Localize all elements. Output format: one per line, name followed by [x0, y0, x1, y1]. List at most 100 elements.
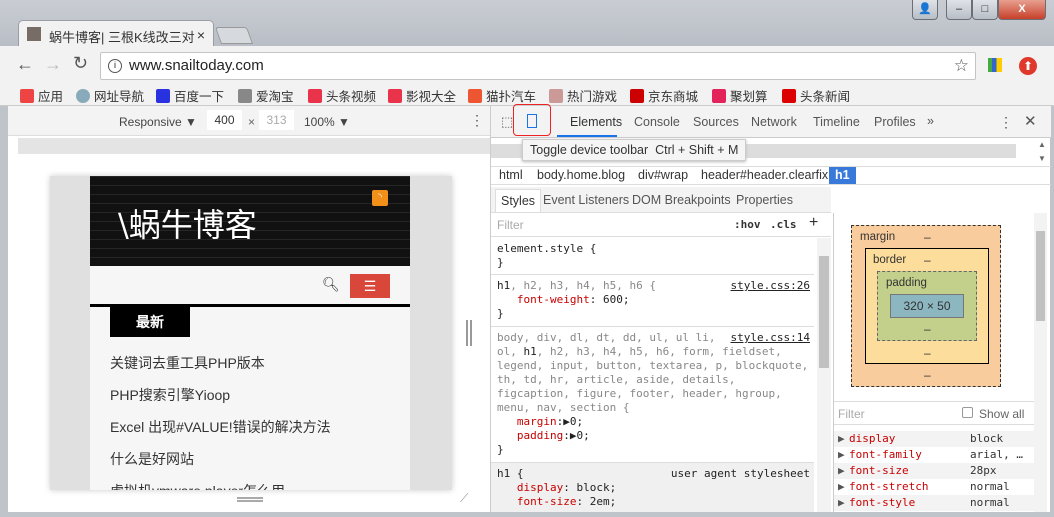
- computed-filter-input[interactable]: Filter: [838, 407, 865, 421]
- bookmark-item[interactable]: 头条视频: [308, 86, 376, 105]
- profile-button[interactable]: 👤: [912, 0, 938, 20]
- resize-handle-right[interactable]: [466, 320, 472, 346]
- source-link[interactable]: style.css:26: [731, 279, 810, 293]
- globe-icon: [76, 88, 90, 103]
- tab-network[interactable]: Network: [751, 115, 797, 129]
- menu-button[interactable]: ☰: [350, 274, 390, 298]
- article-link[interactable]: PHP搜索引擎Yioop: [110, 385, 230, 405]
- minimize-button[interactable]: –: [946, 0, 972, 20]
- bookmark-item[interactable]: 影视大全: [388, 86, 456, 105]
- extension-chart-icon[interactable]: [988, 58, 1002, 72]
- box-model-margin[interactable]: margin – – border – – padding 320 × 50 –: [851, 225, 1001, 387]
- reload-icon[interactable]: ↻: [73, 53, 88, 74]
- new-rule-button[interactable]: +: [809, 214, 818, 232]
- new-tab-button[interactable]: [214, 27, 254, 44]
- property-value[interactable]: ▶0;: [563, 415, 583, 428]
- title-bar: 👤 – □ X 蜗牛博客| 三根K线改三对 ×: [0, 0, 1054, 47]
- styles-subtab[interactable]: Event Listeners: [543, 193, 629, 207]
- back-icon[interactable]: ←: [16, 54, 34, 75]
- resize-handle-bottom[interactable]: [237, 497, 263, 502]
- expand-triangle-icon[interactable]: ▶: [838, 447, 845, 463]
- article-link[interactable]: Excel 出现#VALUE!错误的解决方法: [110, 417, 331, 437]
- device-toolbar-icon[interactable]: [527, 114, 537, 128]
- computed-property-row[interactable]: ▶ font-family arial, …: [834, 447, 1034, 463]
- breadcrumb-item[interactable]: html: [499, 168, 523, 182]
- bookmark-star-icon[interactable]: ☆: [954, 53, 969, 79]
- breadcrumb-item[interactable]: header#header.clearfix: [701, 168, 828, 182]
- expand-triangle-icon[interactable]: ▶: [838, 431, 845, 447]
- extension-upload-icon[interactable]: ⬆: [1019, 57, 1037, 75]
- width-input[interactable]: 400: [207, 110, 242, 130]
- styles-subtab[interactable]: Properties: [736, 193, 793, 207]
- elements-scrollbar[interactable]: ▲ ▼: [1035, 138, 1049, 166]
- breadcrumb-item[interactable]: body.home.blog: [537, 168, 625, 182]
- article-link[interactable]: 什么是好网站: [110, 449, 194, 469]
- source-link[interactable]: style.css:14: [731, 331, 810, 345]
- inspect-element-icon[interactable]: ⬚: [501, 114, 513, 130]
- media-query-bar[interactable]: [18, 138, 490, 154]
- device-mode-select[interactable]: Responsive ▼: [119, 115, 197, 129]
- article-link[interactable]: 虚拟机vmware player怎么用: [110, 481, 285, 490]
- box-model-border[interactable]: border – – padding 320 × 50 –: [865, 248, 989, 364]
- expand-triangle-icon[interactable]: ▶: [838, 479, 845, 495]
- hov-button[interactable]: :hov: [734, 218, 761, 232]
- tab-console[interactable]: Console: [634, 115, 680, 129]
- forward-icon[interactable]: →: [44, 54, 62, 75]
- bookmark-item[interactable]: 百度一下: [156, 86, 224, 105]
- bookmark-item[interactable]: 热门游戏: [549, 86, 617, 105]
- property-value[interactable]: ▶0;: [570, 429, 590, 442]
- close-tab-icon[interactable]: ×: [197, 27, 205, 43]
- bookmark-item[interactable]: 爱淘宝: [238, 86, 294, 105]
- tab-timeline[interactable]: Timeline: [813, 115, 860, 129]
- property-name: display: [516, 481, 564, 494]
- more-tabs-icon[interactable]: »: [927, 114, 934, 128]
- height-input[interactable]: 313: [259, 110, 294, 130]
- maximize-button[interactable]: □: [972, 0, 998, 20]
- property-name[interactable]: font-weight: [517, 293, 590, 306]
- tab-profiles[interactable]: Profiles: [874, 115, 916, 129]
- breadcrumb-item[interactable]: div#wrap: [638, 168, 688, 182]
- expand-triangle-icon[interactable]: ▶: [838, 463, 845, 479]
- bookmark-item[interactable]: 头条新闻: [782, 86, 850, 105]
- box-model-content[interactable]: 320 × 50: [890, 294, 964, 318]
- bookmark-item[interactable]: 聚划算: [712, 86, 768, 105]
- devtools-menu-icon[interactable]: ⋮: [999, 114, 1013, 131]
- tab-sources[interactable]: Sources: [693, 115, 739, 129]
- computed-property-row[interactable]: ▶ display block: [834, 431, 1034, 447]
- computed-property-row[interactable]: ▶ font-stretch normal: [834, 479, 1034, 495]
- address-bar[interactable]: i www.snailtoday.com ☆: [100, 52, 976, 80]
- bookmark-item[interactable]: 猫扑汽车: [468, 86, 536, 105]
- computed-scrollbar[interactable]: [1034, 213, 1047, 512]
- bookmark-item[interactable]: 应用: [20, 86, 63, 105]
- more-options-icon[interactable]: ⋮: [470, 112, 484, 129]
- computed-property-row[interactable]: ▶ font-style normal: [834, 495, 1034, 511]
- box-model-padding[interactable]: padding 320 × 50 –: [877, 271, 977, 341]
- cls-button[interactable]: .cls: [770, 218, 797, 232]
- property-name[interactable]: padding: [517, 429, 563, 442]
- computed-property-row[interactable]: ▶ font-size 28px: [834, 463, 1034, 479]
- browser-tab[interactable]: 蜗牛博客| 三根K线改三对 ×: [18, 20, 214, 47]
- computed-property-value: normal: [970, 496, 1010, 509]
- show-all-checkbox[interactable]: [962, 407, 973, 418]
- search-icon[interactable]: 🔍︎: [322, 276, 340, 293]
- bookmark-item[interactable]: 京东商城: [630, 86, 698, 105]
- property-value[interactable]: 600;: [603, 293, 630, 306]
- expand-triangle-icon[interactable]: ▶: [838, 495, 845, 511]
- styles-subtab[interactable]: DOM Breakpoints: [632, 193, 731, 207]
- styles-scrollbar[interactable]: [817, 238, 831, 512]
- property-name[interactable]: margin: [517, 415, 557, 428]
- info-icon[interactable]: i: [108, 59, 122, 73]
- close-window-button[interactable]: X: [998, 0, 1046, 20]
- styles-filter-input[interactable]: Filter: [497, 218, 524, 232]
- bookmark-item[interactable]: 网址导航: [76, 86, 144, 105]
- site-logo[interactable]: \蜗牛博客: [118, 200, 257, 246]
- breadcrumb-item[interactable]: h1: [829, 167, 856, 184]
- close-devtools-icon[interactable]: ✕: [1024, 112, 1037, 130]
- styles-subtab[interactable]: Styles: [495, 189, 542, 212]
- rss-icon[interactable]: ◝: [372, 190, 388, 206]
- device-toolbar: Responsive ▼ 400 × 313 100% ▼ ⋮: [8, 106, 490, 136]
- resize-handle-corner[interactable]: ⟋: [460, 491, 468, 506]
- tab-elements[interactable]: Elements: [570, 115, 622, 129]
- zoom-select[interactable]: 100% ▼: [304, 115, 350, 129]
- article-link[interactable]: 关键词去重工具PHP版本: [110, 353, 265, 373]
